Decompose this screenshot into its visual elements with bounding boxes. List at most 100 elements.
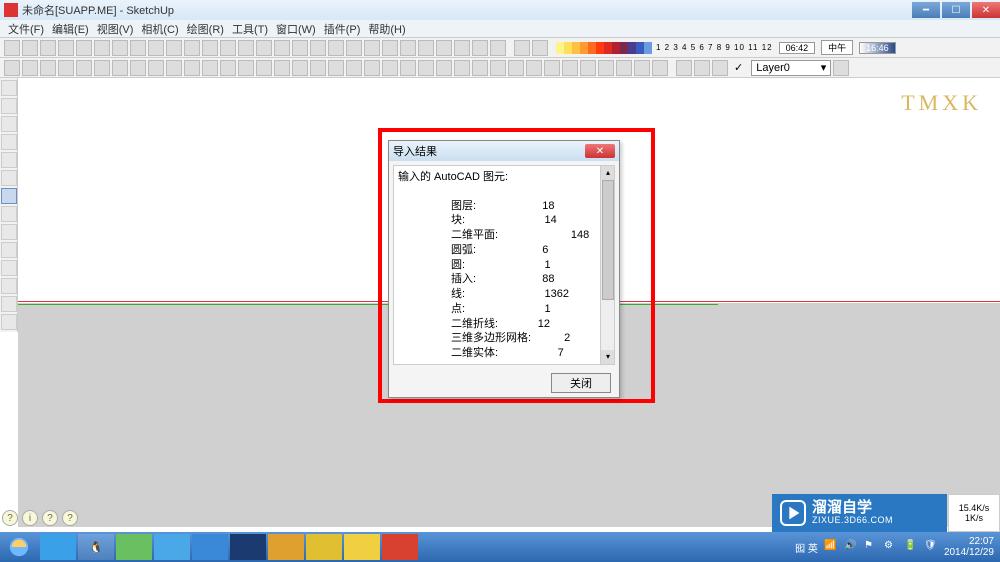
toolbar-icon[interactable] [4, 40, 20, 56]
toolbar-icon[interactable] [346, 40, 362, 56]
eraser-tool-icon[interactable] [22, 60, 38, 76]
menu-file[interactable]: 文件(F) [6, 21, 46, 37]
lt-icon[interactable] [1, 152, 17, 168]
menu-tools[interactable]: 工具(T) [230, 21, 270, 37]
volume-icon[interactable]: 🔊 [844, 540, 858, 554]
menu-view[interactable]: 视图(V) [95, 21, 136, 37]
toolbar-icon[interactable] [400, 40, 416, 56]
toolbar-icon[interactable] [508, 60, 524, 76]
toolbar-icon[interactable] [514, 40, 530, 56]
dialog-close-button[interactable]: ✕ [585, 144, 615, 158]
taskbar-item[interactable] [306, 534, 342, 560]
minimize-button[interactable]: ━ [912, 2, 940, 18]
menu-help[interactable]: 帮助(H) [366, 21, 407, 37]
rect-tool-icon[interactable] [58, 60, 74, 76]
toolbar-icon[interactable] [310, 40, 326, 56]
lt-icon[interactable] [1, 98, 17, 114]
rotate-tool-icon[interactable] [166, 60, 182, 76]
toolbar-icon[interactable] [436, 40, 452, 56]
select-tool-icon[interactable] [4, 60, 20, 76]
scroll-thumb[interactable] [602, 180, 614, 300]
toolbar-icon[interactable] [220, 40, 236, 56]
paint-tool-icon[interactable] [112, 60, 128, 76]
toolbar-icon[interactable] [274, 40, 290, 56]
taskbar-item[interactable] [344, 534, 380, 560]
pushpull-tool-icon[interactable] [130, 60, 146, 76]
toolbar-icon[interactable] [418, 40, 434, 56]
tray-icon[interactable]: ⚙ [884, 540, 898, 554]
menu-plugins[interactable]: 插件(P) [322, 21, 363, 37]
toolbar-icon[interactable] [436, 60, 452, 76]
toolbar-icon[interactable] [544, 60, 560, 76]
lt-icon[interactable] [1, 80, 17, 96]
toolbar-icon[interactable] [40, 40, 56, 56]
toolbar-icon[interactable] [580, 60, 596, 76]
toolbar-icon[interactable] [112, 40, 128, 56]
toolbar-icon[interactable] [616, 60, 632, 76]
layer-combo[interactable]: Layer0 ▾ [751, 60, 831, 76]
toolbar-icon[interactable] [400, 60, 416, 76]
menu-camera[interactable]: 相机(C) [139, 21, 180, 37]
start-button[interactable] [0, 532, 38, 562]
toolbar-icon[interactable] [598, 60, 614, 76]
circle-tool-icon[interactable] [76, 60, 92, 76]
lt-icon[interactable] [1, 224, 17, 240]
taskbar-item[interactable] [192, 534, 228, 560]
menu-draw[interactable]: 绘图(R) [185, 21, 226, 37]
toolbar-icon[interactable] [676, 60, 692, 76]
lt-icon[interactable] [1, 134, 17, 150]
toolbar-icon[interactable] [274, 60, 290, 76]
scale-tool-icon[interactable] [184, 60, 200, 76]
toolbar-icon[interactable] [490, 40, 506, 56]
toolbar-icon[interactable] [532, 40, 548, 56]
tray-icon[interactable]: 🔋 [904, 540, 918, 554]
toolbar-icon[interactable] [472, 60, 488, 76]
toolbar-icon[interactable] [364, 40, 380, 56]
lt-icon[interactable] [1, 296, 17, 312]
toolbar-icon[interactable] [382, 60, 398, 76]
toolbar-icon[interactable] [472, 40, 488, 56]
lt-icon[interactable] [1, 170, 17, 186]
close-button[interactable]: ✕ [972, 2, 1000, 18]
taskbar-item[interactable] [230, 534, 266, 560]
toolbar-icon[interactable] [256, 40, 272, 56]
lt-icon[interactable] [1, 314, 17, 330]
lt-icon[interactable] [1, 260, 17, 276]
lt-icon[interactable] [1, 242, 17, 258]
toolbar-icon[interactable] [454, 60, 470, 76]
tray-icon[interactable]: 🛡 [924, 540, 938, 554]
dialog-close-btn[interactable]: 关闭 [551, 373, 611, 393]
lt-icon[interactable] [1, 206, 17, 222]
toolbar-icon[interactable] [76, 40, 92, 56]
toolbar-icon[interactable] [166, 40, 182, 56]
toolbar-icon[interactable] [292, 60, 308, 76]
tape-tool-icon[interactable] [220, 60, 236, 76]
toolbar-icon[interactable] [418, 60, 434, 76]
toolbar-icon[interactable] [526, 60, 542, 76]
offset-tool-icon[interactable] [202, 60, 218, 76]
toolbar-icon[interactable] [694, 60, 710, 76]
help-icon[interactable]: ? [2, 510, 18, 526]
maximize-button[interactable]: ☐ [942, 2, 970, 18]
toolbar-icon[interactable] [364, 60, 380, 76]
toolbar-icon[interactable] [130, 40, 146, 56]
wifi-icon[interactable]: 📶 [824, 540, 838, 554]
arc-tool-icon[interactable] [94, 60, 110, 76]
toolbar-icon[interactable] [292, 40, 308, 56]
toolbar-icon[interactable] [346, 60, 362, 76]
toolbar-icon[interactable] [328, 40, 344, 56]
toolbar-icon[interactable] [256, 60, 272, 76]
menu-window[interactable]: 窗口(W) [274, 21, 318, 37]
toolbar-icon[interactable] [184, 40, 200, 56]
dialog-scrollbar[interactable]: ▴ ▾ [600, 166, 614, 364]
toolbar-icon[interactable] [238, 40, 254, 56]
taskbar-item[interactable] [268, 534, 304, 560]
toolbar-icon[interactable] [652, 60, 668, 76]
taskbar-item[interactable] [116, 534, 152, 560]
menu-edit[interactable]: 编辑(E) [50, 21, 91, 37]
lt-icon[interactable] [1, 116, 17, 132]
move-tool-icon[interactable] [148, 60, 164, 76]
toolbar-icon[interactable] [634, 60, 650, 76]
toolbar-icon[interactable] [94, 40, 110, 56]
toolbar-icon[interactable] [454, 40, 470, 56]
